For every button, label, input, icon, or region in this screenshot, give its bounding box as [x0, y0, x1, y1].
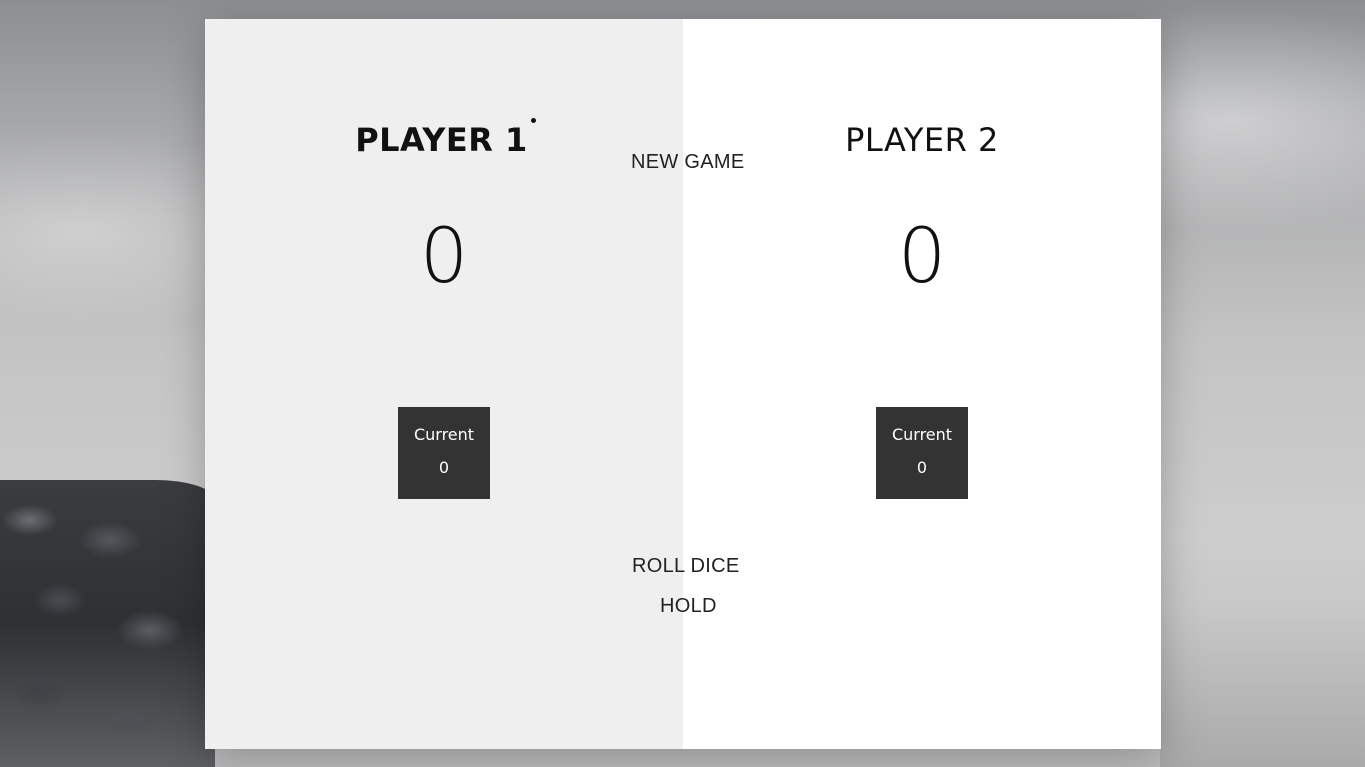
roll-dice-button[interactable]: ROLL DICE	[626, 554, 746, 579]
player-2-panel: PLAYER 2 0 Current 0	[683, 19, 1161, 749]
player-1-name: PLAYER 1	[205, 118, 683, 159]
player-2-name: PLAYER 2	[845, 121, 999, 159]
background-rocks	[0, 480, 215, 767]
player-2-current-box: Current 0	[876, 407, 968, 499]
player-1-name-text: PLAYER 1	[355, 121, 528, 159]
player-2-score: 0	[897, 211, 947, 300]
player-1-current-label: Current	[413, 425, 475, 444]
new-game-button[interactable]: NEW GAME	[625, 150, 751, 175]
player-2-current-label: Current	[891, 425, 953, 444]
player-1-panel: PLAYER 1 0 Current 0	[205, 19, 683, 749]
player-1-current-box: Current 0	[398, 407, 490, 499]
background-sea	[1160, 600, 1365, 767]
player-1-current-score: 0	[438, 458, 450, 477]
hold-button[interactable]: HOLD	[654, 594, 723, 619]
active-player-indicator-icon	[530, 118, 536, 123]
game-board: PLAYER 1 0 Current 0 PLAYER 2 0 Current …	[205, 19, 1161, 749]
player-2-current-score: 0	[916, 458, 928, 477]
player-1-score: 0	[419, 211, 469, 300]
